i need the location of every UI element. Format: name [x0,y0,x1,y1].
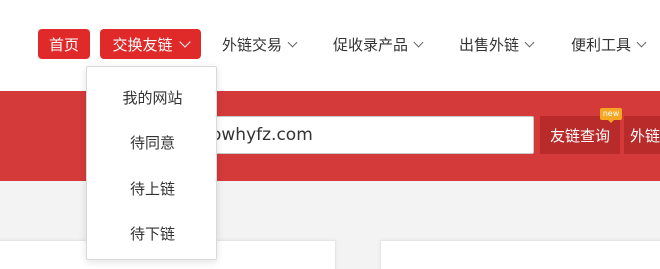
nav-home-label: 首页 [48,35,79,54]
nav-tools-label: 便利工具 [571,35,632,54]
domain-search-input[interactable]: owhyfz.com [210,116,534,154]
nav-sell-links[interactable]: 出售外链 [459,29,543,59]
nav-exchange-links[interactable]: 交换友链 [100,29,201,59]
nav-sell-label: 出售外链 [459,35,520,54]
chevron-down-icon [524,37,535,47]
new-badge: new [600,108,622,123]
nav-tools[interactable]: 便利工具 [571,29,660,59]
menu-item-pending-approval[interactable]: 待同意 [87,122,218,162]
exchange-dropdown-menu: 我的网站 待同意 待上链 待下链 [86,66,217,260]
menu-item-my-sites[interactable]: 我的网站 [87,77,218,117]
nav-index-products[interactable]: 促收录产品 [333,29,433,59]
chevron-down-icon [413,37,424,47]
new-badge-label: new [602,109,620,118]
nav-exchange-label: 交换友链 [112,35,173,54]
outer-link-button[interactable]: 外链 [624,116,660,154]
menu-item-label: 待上链 [129,179,175,198]
content-card-right [380,240,660,269]
chevron-down-icon [636,37,647,47]
chevron-down-icon [178,36,191,48]
search-input-value: owhyfz.com [211,125,313,145]
nav-promo-label: 促收录产品 [333,35,409,54]
outer-link-label: 外链 [630,126,660,145]
chevron-down-icon [287,37,298,47]
link-query-label: 友链查询 [549,126,610,145]
nav-trade-label: 外链交易 [222,35,283,54]
menu-item-pending-online[interactable]: 待上链 [87,168,218,208]
menu-item-label: 我的网站 [122,88,183,107]
nav-link-trade[interactable]: 外链交易 [222,29,314,59]
menu-item-label: 待下链 [129,224,175,243]
menu-item-pending-offline[interactable]: 待下链 [87,213,218,253]
nav-home[interactable]: 首页 [38,29,90,59]
menu-item-label: 待同意 [129,133,175,152]
